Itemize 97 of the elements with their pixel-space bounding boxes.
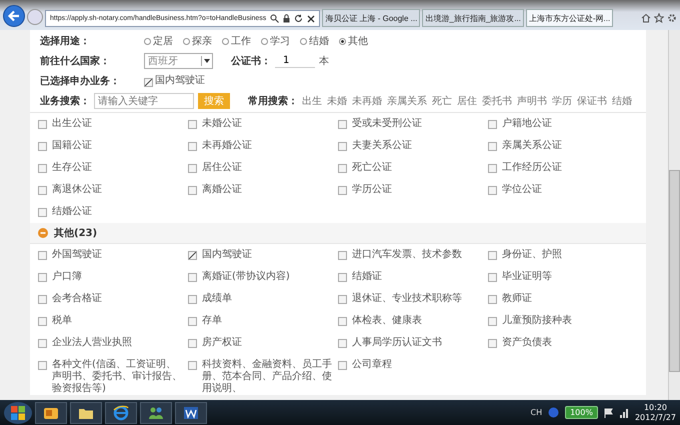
notary-checkbox[interactable]: 夫妻关系公证 — [338, 135, 488, 157]
notary-checkbox[interactable]: 学历公证 — [338, 179, 488, 201]
word-app-icon[interactable] — [175, 402, 207, 424]
search-label: 业务搜索： — [40, 94, 90, 108]
document-checkbox[interactable]: 结婚证 — [338, 266, 488, 288]
notary-checkbox[interactable]: 工作经历公证 — [488, 157, 638, 179]
document-checkbox[interactable]: 毕业证明等 — [488, 266, 638, 288]
notary-checkbox[interactable]: 离婚公证 — [188, 179, 338, 201]
battery-indicator[interactable]: 100% — [565, 406, 598, 419]
home-icon[interactable] — [641, 13, 651, 23]
purpose-radio[interactable]: 工作 — [222, 34, 251, 48]
browser-tab[interactable]: 海贝公证 上海 - Google ... — [322, 9, 420, 27]
document-checkbox[interactable]: 儿童预防接种表 — [488, 310, 638, 332]
document-checkbox[interactable]: 企业法人营业执照 — [38, 332, 188, 354]
document-checkbox[interactable]: 离婚证(带协议内容) — [188, 266, 338, 288]
common-search-label: 常用搜索： — [248, 94, 298, 108]
common-search-link[interactable]: 结婚 — [612, 94, 632, 108]
settings-icon[interactable] — [667, 13, 677, 23]
purpose-radio[interactable]: 探亲 — [183, 34, 212, 48]
document-checkbox[interactable]: 税单 — [38, 310, 188, 332]
selected-services-label: 已选择申办业务： — [40, 74, 121, 88]
back-button[interactable] — [3, 5, 25, 27]
country-select[interactable]: 西班牙 — [144, 53, 213, 69]
document-checkbox[interactable]: 退休证、专业技术职称等 — [338, 288, 488, 310]
language-indicator[interactable]: CH — [530, 408, 542, 417]
document-checkbox[interactable]: 公司章程 — [338, 354, 488, 395]
document-checkbox[interactable]: 进口汽车发票、技术参数 — [338, 244, 488, 266]
copies-label: 公证书： — [231, 54, 271, 68]
clock-time[interactable]: 10:20 — [644, 402, 668, 412]
notary-checkbox[interactable]: 居住公证 — [188, 157, 338, 179]
refresh-icon[interactable] — [294, 14, 304, 23]
caret-icon — [204, 59, 210, 63]
document-checkbox[interactable]: 身份证、护照 — [488, 244, 638, 266]
notary-checkbox[interactable]: 受或未受刑公证 — [338, 113, 488, 135]
notary-checkbox[interactable]: 结婚公证 — [38, 201, 188, 223]
notary-checkbox[interactable]: 出生公证 — [38, 113, 188, 135]
notary-checkbox[interactable]: 未再婚公证 — [188, 135, 338, 157]
notary-checkbox[interactable]: 死亡公证 — [338, 157, 488, 179]
document-checkbox[interactable]: 会考合格证 — [38, 288, 188, 310]
common-search-link[interactable]: 保证书 — [577, 94, 607, 108]
section-header[interactable]: 其他(23) — [30, 223, 646, 244]
close-icon[interactable] — [307, 14, 316, 22]
purpose-radio[interactable]: 学习 — [261, 34, 290, 48]
document-checkbox[interactable]: 体检表、健康表 — [338, 310, 488, 332]
notary-checkbox[interactable]: 学位公证 — [488, 179, 638, 201]
common-search-link[interactable]: 委托书 — [482, 94, 512, 108]
star-icon[interactable] — [654, 13, 664, 23]
notary-checkbox[interactable]: 户籍地公证 — [488, 113, 638, 135]
browser-icon[interactable] — [105, 402, 137, 424]
notary-checkbox[interactable]: 国籍公证 — [38, 135, 188, 157]
document-checkbox[interactable]: 国内驾驶证 — [188, 244, 338, 266]
document-checkbox[interactable]: 各种文件(信函、工资证明、声明书、委托书、审计报告、验资报告等) — [38, 354, 188, 395]
document-checkbox[interactable]: 外国驾驶证 — [38, 244, 188, 266]
windows-logo-icon — [10, 404, 26, 420]
document-checkbox[interactable]: 成绩单 — [188, 288, 338, 310]
search-field[interactable]: 请输入关键字 — [94, 93, 194, 109]
browser-tab[interactable]: 上海市东方公证处-网... — [526, 9, 614, 27]
selected-service-checkbox[interactable]: 国内驾驶证 — [144, 75, 209, 87]
arrow-icon — [7, 9, 21, 23]
document-checkbox[interactable]: 教师证 — [488, 288, 638, 310]
scrollbar[interactable] — [668, 30, 680, 400]
document-checkbox[interactable]: 科技资料、金融资料、员工手册、范本合同、产品介绍、使用说明、 — [188, 354, 338, 395]
signal-icon[interactable] — [618, 408, 629, 418]
common-search-link[interactable]: 未婚 — [327, 94, 347, 108]
start-button[interactable] — [4, 402, 32, 424]
common-search-link[interactable]: 死亡 — [432, 94, 452, 108]
country-label: 前往什么国家： — [40, 54, 111, 68]
notary-checkbox[interactable]: 生存公证 — [38, 157, 188, 179]
document-checkbox[interactable]: 资产负债表 — [488, 332, 638, 354]
flag-icon[interactable] — [604, 408, 613, 418]
notary-checkbox[interactable]: 亲属关系公证 — [488, 135, 638, 157]
purpose-radio[interactable]: 定居 — [144, 34, 173, 48]
common-search-link[interactable]: 学历 — [552, 94, 572, 108]
copies-unit: 本 — [319, 54, 329, 68]
document-checkbox[interactable]: 人事局学历认证文书 — [338, 332, 488, 354]
notary-checkbox[interactable]: 未婚公证 — [188, 113, 338, 135]
folder-icon[interactable] — [70, 402, 102, 424]
notary-checkbox[interactable]: 离退休公证 — [38, 179, 188, 201]
lock-icon — [283, 14, 290, 23]
purpose-radio[interactable]: 其他 — [339, 34, 368, 48]
browser-tab[interactable]: 出境游_旅行指南_旅游攻... — [422, 9, 524, 27]
clock-date[interactable]: 2012/7/27 — [634, 412, 676, 422]
document-checkbox[interactable]: 户口簿 — [38, 266, 188, 288]
document-checkbox[interactable]: 房产权证 — [188, 332, 338, 354]
purpose-label: 选择用途： — [40, 34, 91, 48]
common-search-link[interactable]: 声明书 — [517, 94, 547, 108]
document-checkbox[interactable]: 存单 — [188, 310, 338, 332]
copies-field[interactable]: 1 — [275, 54, 315, 68]
section-title: 其他(23) — [54, 226, 98, 240]
people-icon[interactable] — [140, 402, 172, 424]
common-search-link[interactable]: 居住 — [457, 94, 477, 108]
common-search-link[interactable]: 亲属关系 — [387, 94, 427, 108]
search-icon — [270, 14, 280, 23]
common-search-link[interactable]: 未再婚 — [352, 94, 382, 108]
mail-app-icon[interactable] — [35, 402, 67, 424]
common-search-link[interactable]: 出生 — [302, 94, 322, 108]
purpose-radio[interactable]: 结婚 — [300, 34, 329, 48]
